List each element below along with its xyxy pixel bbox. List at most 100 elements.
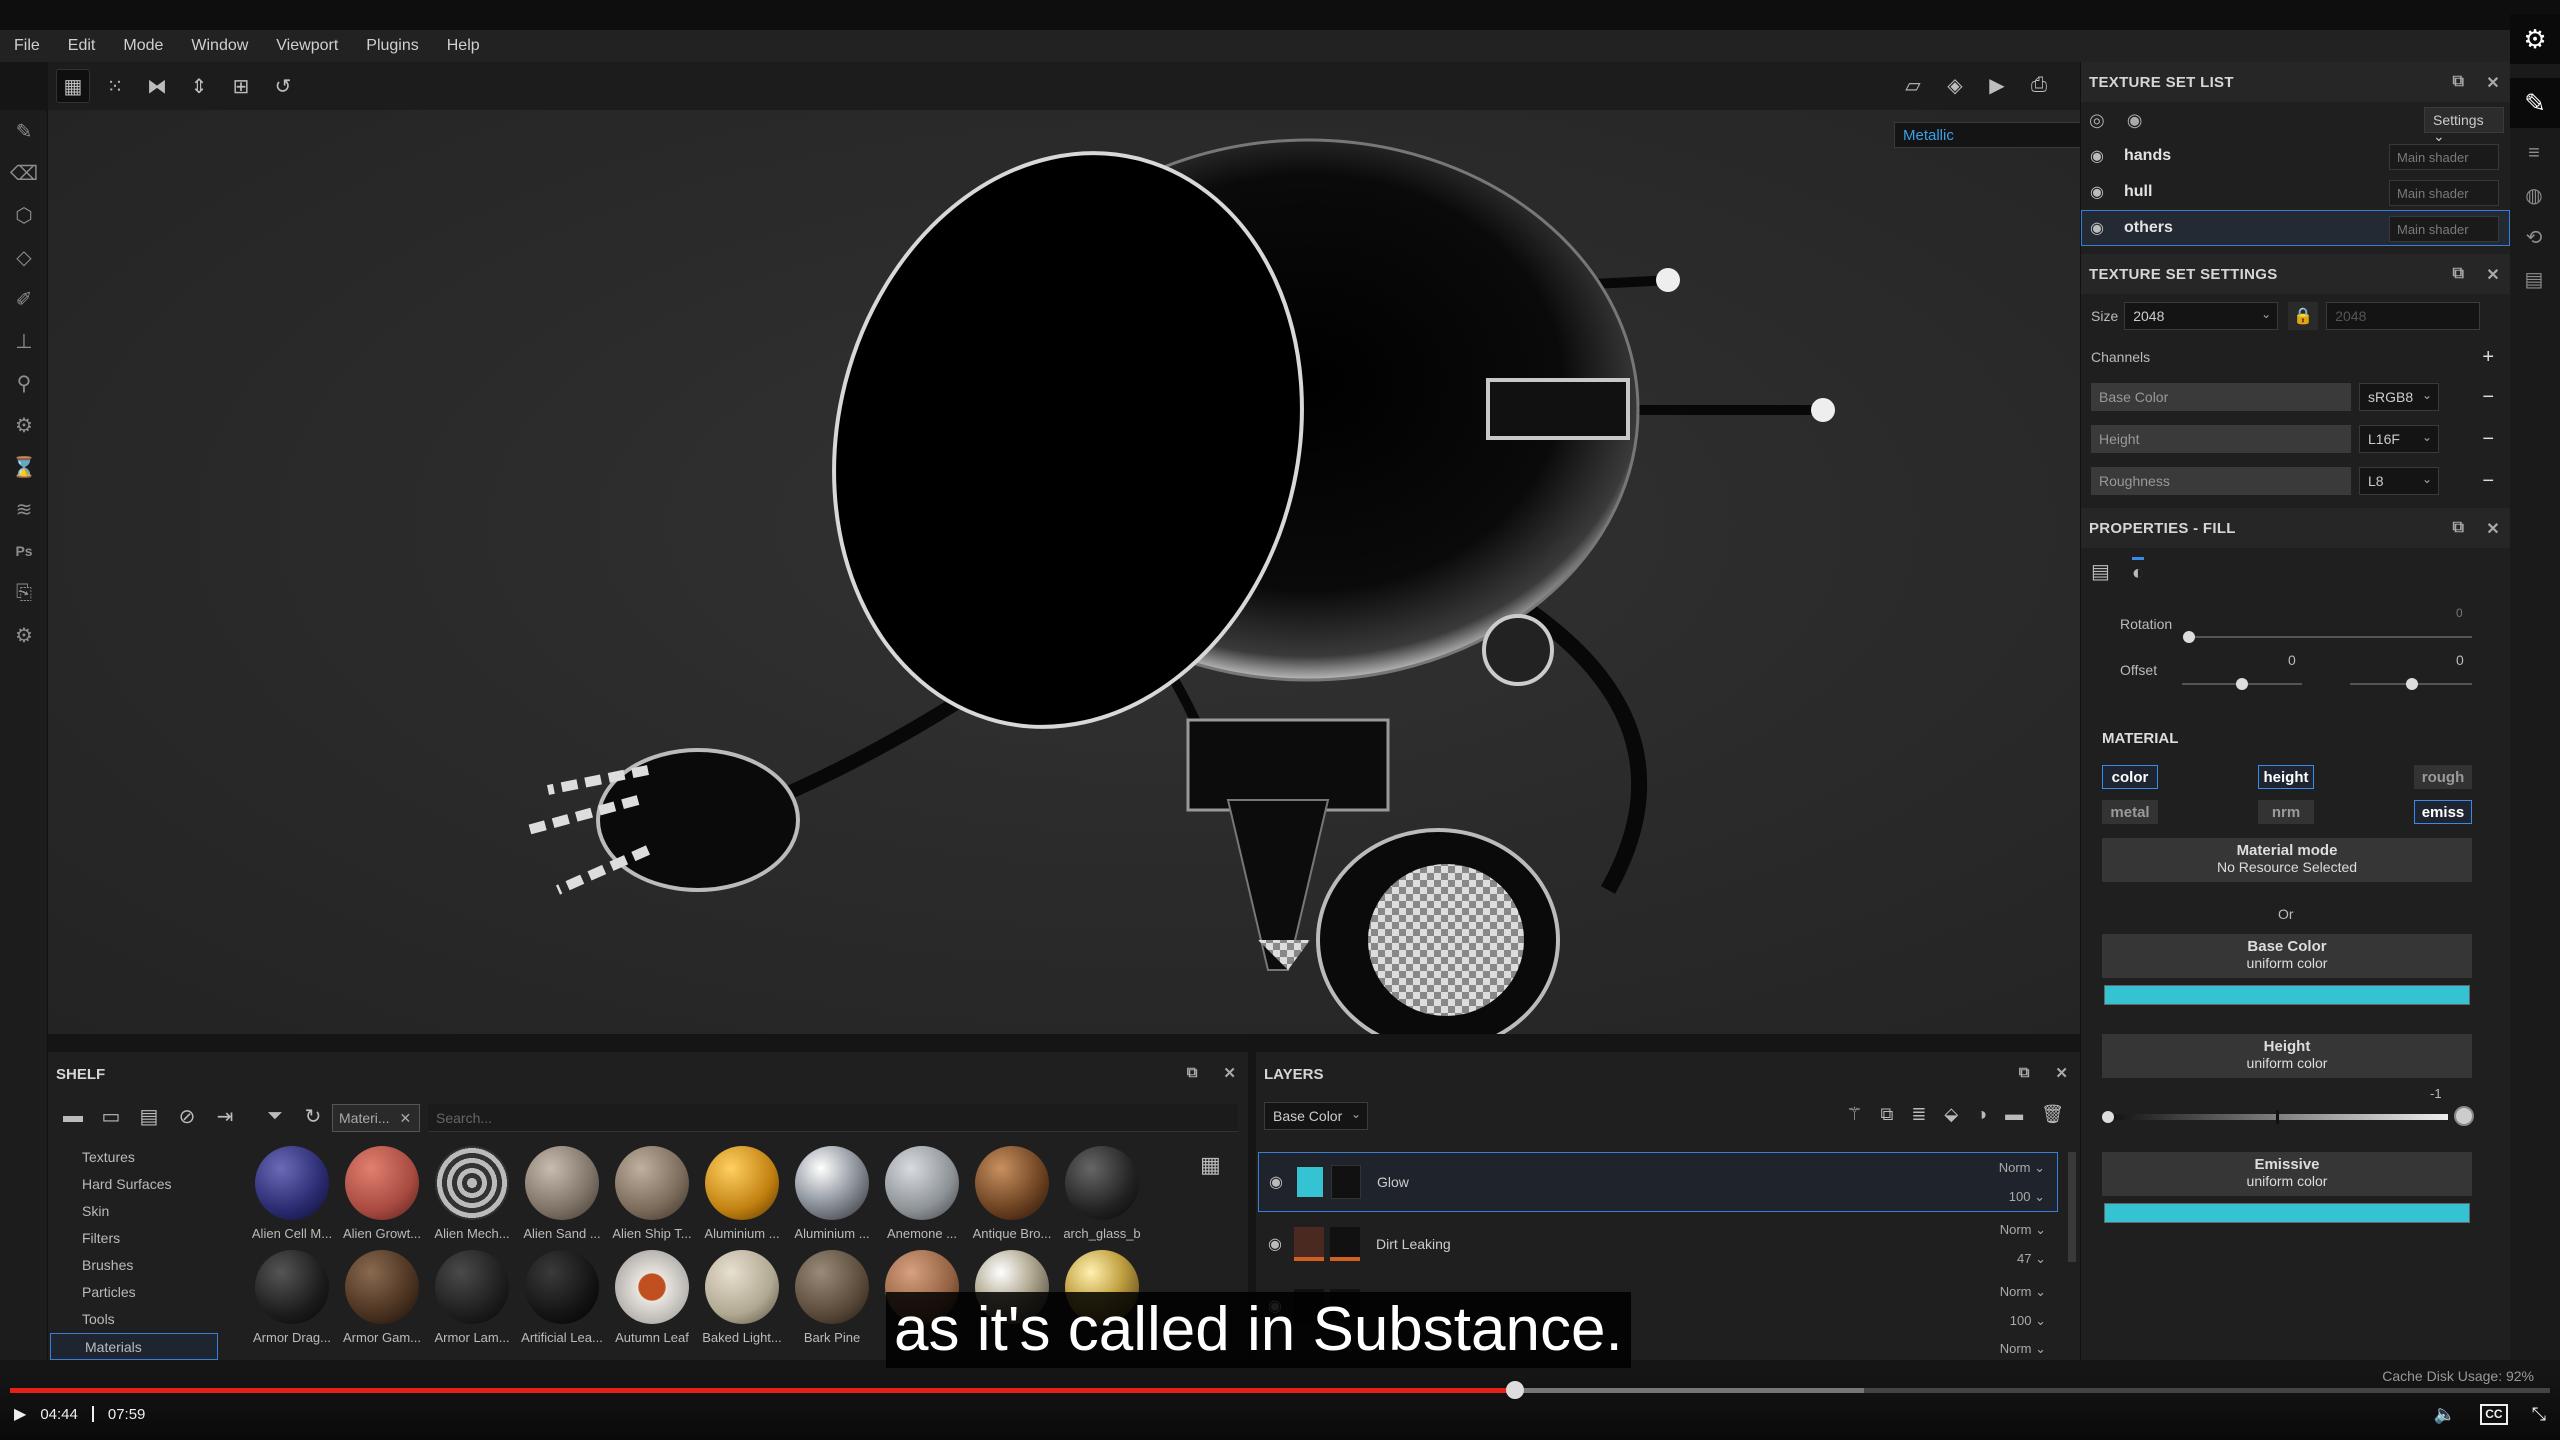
layers-shape-icon[interactable]: ≋ bbox=[0, 488, 48, 530]
3d-view-icon[interactable]: ◈ bbox=[1938, 68, 1972, 102]
material-tab-icon[interactable]: ◐ bbox=[2131, 557, 2144, 585]
new-icon[interactable]: ▭ bbox=[98, 1104, 124, 1129]
texture-set-settings-button[interactable]: Settings ⌄ bbox=[2424, 107, 2504, 144]
channel-format-select[interactable]: L16F ⌄ bbox=[2359, 425, 2439, 453]
close-icon[interactable]: ✕ bbox=[2486, 265, 2500, 285]
video-progress-bar[interactable]: Cache Disk Usage: 92% bbox=[10, 1368, 2550, 1399]
texture-set-hull[interactable]: ◉ hull Main shader bbox=[2081, 174, 2510, 210]
dots-grid-icon[interactable]: ⁙ bbox=[98, 69, 132, 103]
category-hard-surfaces[interactable]: Hard Surfaces bbox=[48, 1171, 220, 1198]
layer-row-dirt-leaking[interactable]: ◉ Dirt Leaking Norm ⌄ 47 ⌄ bbox=[1258, 1214, 2058, 1274]
hide-icon[interactable]: ⊘ bbox=[174, 1104, 200, 1129]
channel-format-select[interactable]: L8 ⌄ bbox=[2359, 467, 2439, 495]
play-icon[interactable]: ▶ bbox=[14, 1404, 26, 1424]
history-icon[interactable]: ⟲ bbox=[2510, 216, 2558, 258]
shader-select[interactable]: Main shader bbox=[2389, 216, 2499, 242]
import-icon[interactable]: ⇥ bbox=[212, 1104, 238, 1129]
color-picker-icon[interactable]: ⚲ bbox=[0, 362, 48, 404]
delete-icon[interactable]: 🗑 bbox=[2041, 1104, 2064, 1125]
filter-chip[interactable]: Materi... ✕ bbox=[332, 1104, 420, 1132]
height-slider-start[interactable] bbox=[2102, 1111, 2114, 1123]
hourglass-icon[interactable]: ⌛ bbox=[0, 446, 48, 488]
shader-select[interactable]: Main shader bbox=[2389, 144, 2499, 170]
close-icon[interactable]: ✕ bbox=[2486, 73, 2500, 93]
layers-panel-icon[interactable]: ≡ bbox=[2510, 132, 2558, 174]
eraser-icon[interactable]: ⌫ bbox=[0, 152, 48, 194]
layer-blend[interactable]: Norm ⌄ 47 ⌄ bbox=[2000, 1215, 2046, 1273]
captions-button[interactable]: CC bbox=[2480, 1404, 2508, 1425]
menu-help[interactable]: Help bbox=[447, 37, 480, 55]
settings-gear-icon[interactable]: ⚙ bbox=[2510, 14, 2560, 64]
material-item[interactable]: Bark Pine bbox=[788, 1250, 876, 1345]
material-item[interactable]: Alien Cell M... bbox=[248, 1146, 336, 1241]
material-item[interactable]: Armor Gam... bbox=[338, 1250, 426, 1345]
material-item[interactable]: Alien Mech... bbox=[428, 1146, 516, 1241]
export-icon[interactable]: ⎘ bbox=[0, 572, 48, 614]
history-icon[interactable]: ↺ bbox=[266, 69, 300, 103]
material-toggle-metal[interactable]: metal bbox=[2102, 800, 2158, 824]
rotation-slider[interactable] bbox=[2186, 636, 2472, 638]
add-mask-icon[interactable]: ◑ bbox=[1976, 1104, 1987, 1125]
layer-blend[interactable]: Norm ⌄ 100 ⌄ bbox=[1999, 1153, 2045, 1211]
plugin-gear-icon[interactable]: ⚙ bbox=[0, 614, 48, 656]
material-item[interactable]: Autumn Leaf bbox=[608, 1250, 696, 1345]
category-skin[interactable]: Skin bbox=[48, 1198, 220, 1225]
brush-icon[interactable]: ✎ bbox=[0, 110, 48, 152]
shader-select[interactable]: Main shader bbox=[2389, 180, 2499, 206]
eye-icon[interactable]: ◉ bbox=[2127, 110, 2143, 131]
eye-icon[interactable]: ◉ bbox=[2090, 218, 2124, 238]
close-icon[interactable]: ✕ bbox=[399, 1110, 411, 1126]
menu-edit[interactable]: Edit bbox=[68, 37, 96, 55]
material-toggle-color[interactable]: color bbox=[2102, 765, 2158, 789]
emissive-swatch[interactable] bbox=[2104, 1203, 2470, 1223]
viewport-channel-select[interactable]: Metallic ⌄ bbox=[1894, 122, 2110, 148]
symmetry-x-icon[interactable]: ⧓ bbox=[140, 69, 174, 103]
add-fill-icon[interactable]: ⬙ bbox=[1944, 1104, 1958, 1125]
eye-icon[interactable]: ◉ bbox=[1268, 1234, 1294, 1254]
smudge-icon[interactable]: ✐ bbox=[0, 278, 48, 320]
base-color-swatch[interactable] bbox=[2104, 985, 2470, 1005]
material-item[interactable]: Armor Lam... bbox=[428, 1250, 516, 1345]
category-brushes[interactable]: Brushes bbox=[48, 1252, 220, 1279]
fill-settings-tab-icon[interactable]: ▤ bbox=[2091, 559, 2110, 584]
layer-row-glow[interactable]: ◉ Glow Norm ⌄ 100 ⌄ bbox=[1258, 1152, 2058, 1212]
float-icon[interactable]: ⧉ bbox=[2453, 265, 2465, 285]
bake-icon[interactable]: ⚙ bbox=[0, 404, 48, 446]
clone-stamp-icon[interactable]: ⊥ bbox=[0, 320, 48, 362]
texture-set-hands[interactable]: ◉ hands Main shader bbox=[2081, 138, 2510, 174]
add-folder-icon[interactable]: ▬ bbox=[2005, 1104, 2023, 1125]
category-particles[interactable]: Particles bbox=[48, 1279, 220, 1306]
close-icon[interactable]: ✕ bbox=[2486, 519, 2500, 539]
material-item[interactable]: Aluminium ... bbox=[698, 1146, 786, 1241]
add-layer-icon[interactable]: ≣ bbox=[1911, 1104, 1926, 1125]
material-item[interactable]: Anemone ... bbox=[878, 1146, 966, 1241]
layer-channel-select[interactable]: Base Color ⌄ bbox=[1264, 1102, 1368, 1130]
remove-channel-icon[interactable]: − bbox=[2482, 386, 2494, 409]
channel-format-select[interactable]: sRGB8 ⌄ bbox=[2359, 383, 2439, 411]
rotation-slider-handle[interactable] bbox=[2183, 631, 2195, 643]
material-item[interactable]: Aluminium ... bbox=[788, 1146, 876, 1241]
fullscreen-exit-icon[interactable]: ⤡ bbox=[2532, 1404, 2546, 1425]
material-item[interactable]: Armor Drag... bbox=[248, 1250, 336, 1345]
frame-icon[interactable]: ⊞ bbox=[224, 69, 258, 103]
document-icon[interactable]: ▤ bbox=[2510, 258, 2558, 300]
material-mode-picker[interactable]: Material mode No Resource Selected bbox=[2102, 838, 2472, 882]
category-materials[interactable]: Materials bbox=[50, 1333, 218, 1360]
material-item[interactable]: Alien Growt... bbox=[338, 1146, 426, 1241]
eye-icon[interactable]: ◉ bbox=[1269, 1172, 1295, 1192]
remove-channel-icon[interactable]: − bbox=[2482, 428, 2494, 451]
refresh-icon[interactable]: ↻ bbox=[300, 1104, 326, 1129]
close-icon[interactable]: ✕ bbox=[1223, 1064, 1236, 1082]
material-item[interactable]: Baked Light... bbox=[698, 1250, 786, 1345]
2d-view-icon[interactable]: ▱ bbox=[1896, 68, 1930, 102]
screenshot-icon[interactable]: ⎙ bbox=[2022, 68, 2056, 102]
float-icon[interactable]: ⧉ bbox=[2019, 1064, 2030, 1082]
hide-eye-icon[interactable]: ◎ bbox=[2089, 110, 2105, 131]
material-toggle-nrm[interactable]: nrm bbox=[2258, 800, 2314, 824]
material-item[interactable]: Alien Ship T... bbox=[608, 1146, 696, 1241]
video-scrubber-handle[interactable] bbox=[1506, 1381, 1525, 1399]
float-icon[interactable]: ⧉ bbox=[2453, 519, 2465, 539]
material-toggle-height[interactable]: height bbox=[2258, 765, 2314, 789]
offset-y-handle[interactable] bbox=[2406, 678, 2418, 690]
material-item[interactable]: Antique Bro... bbox=[968, 1146, 1056, 1241]
